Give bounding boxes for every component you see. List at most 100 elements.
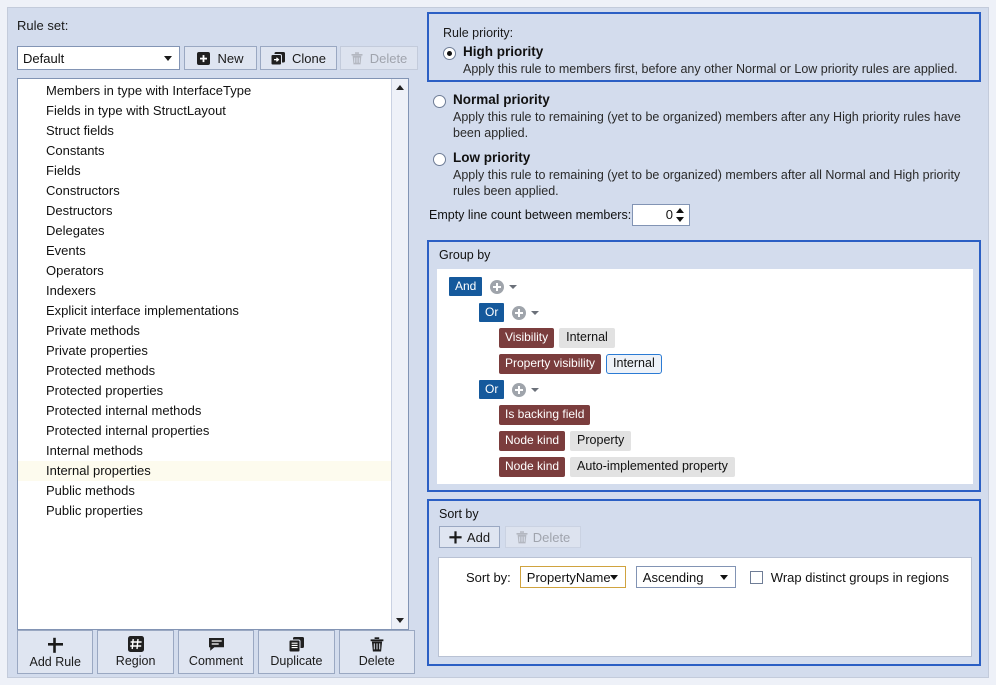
list-item[interactable]: Internal properties [18, 461, 391, 481]
group-by-panel: Group by And Or Visibility Internal Property… [427, 240, 981, 492]
list-item[interactable]: Explicit interface implementations [18, 301, 391, 321]
list-item[interactable]: Protected internal properties [18, 421, 391, 441]
group-by-title: Group by [439, 248, 491, 262]
radio-low-priority[interactable]: Low priority Apply this rule to remainin… [433, 150, 983, 199]
clone-icon [271, 51, 286, 65]
scrollbar-thumb[interactable] [392, 96, 408, 612]
list-item[interactable]: Protected internal methods [18, 401, 391, 421]
list-item[interactable]: Struct fields [18, 121, 391, 141]
radio-high-priority[interactable]: High priority Apply this rule to members… [443, 44, 993, 77]
plus-square-icon [197, 51, 211, 65]
empty-line-count-value: 0 [665, 207, 673, 222]
duplicate-button[interactable]: Duplicate [258, 630, 335, 674]
list-item[interactable]: Protected properties [18, 381, 391, 401]
list-item[interactable]: Indexers [18, 281, 391, 301]
list-item[interactable]: Private methods [18, 321, 391, 341]
list-item[interactable]: Public properties [18, 501, 391, 521]
list-item[interactable]: Delegates [18, 221, 391, 241]
sort-by-panel: Sort by Add Delete Sort by: PropertyName [427, 499, 981, 666]
list-item[interactable]: Destructors [18, 201, 391, 221]
rule-set-pane: Rule set: Default New Clone Delete Membe… [7, 7, 419, 678]
region-button[interactable]: Region [97, 630, 174, 674]
sort-add-button[interactable]: Add [439, 526, 500, 548]
add-condition-icon[interactable] [512, 382, 527, 397]
condition-key-chip[interactable]: Node kind [499, 431, 566, 451]
chevron-down-icon [164, 56, 172, 61]
sort-add-label: Add [466, 529, 491, 545]
new-ruleset-button[interactable]: New [184, 46, 257, 70]
condition-value-chip[interactable]: Internal [559, 328, 615, 348]
ruleset-combo[interactable]: Default [17, 46, 180, 70]
radio-normal-priority[interactable]: Normal priority Apply this rule to remai… [433, 92, 983, 141]
condition-row: Node kind Property [499, 431, 632, 451]
operator-chip[interactable]: And [449, 277, 483, 296]
trash-icon [351, 51, 363, 65]
add-rule-button[interactable]: Add Rule [17, 630, 94, 674]
delete-ruleset-button[interactable]: Delete [340, 46, 418, 70]
sort-by-canvas: Sort by: PropertyName Ascending Wrap dis… [438, 557, 972, 657]
sort-field-select[interactable]: PropertyName [519, 566, 626, 588]
list-item[interactable]: Fields in type with StructLayout [18, 101, 391, 121]
rule-priority-group: Rule priority: High priority Apply this … [427, 12, 981, 82]
radio-high-priority-label: High priority [463, 44, 544, 59]
condition-key-chip[interactable]: Visibility [499, 328, 555, 348]
group-by-canvas[interactable]: And Or Visibility Internal Property visibili… [437, 269, 973, 484]
trash-icon [370, 636, 384, 652]
operator-chip[interactable]: Or [479, 380, 505, 399]
add-condition-icon[interactable] [490, 279, 505, 294]
list-item[interactable]: Events [18, 241, 391, 261]
list-item[interactable]: Public methods [18, 481, 391, 501]
chevron-down-icon[interactable] [531, 387, 540, 392]
list-item[interactable]: Internal methods [18, 441, 391, 461]
ruleset-combo-value: Default [23, 50, 65, 66]
delete-rule-button[interactable]: Delete [338, 630, 416, 674]
region-label: Region [115, 654, 156, 668]
sort-delete-button[interactable]: Delete [505, 526, 581, 548]
organize-members-dialog: Rule set: Default New Clone Delete Membe… [0, 0, 996, 685]
rules-listbox[interactable]: Members in type with InterfaceType Fields… [17, 78, 409, 630]
sort-delete-label: Delete [532, 529, 571, 545]
condition-value-chip[interactable]: Auto-implemented property [570, 457, 735, 477]
empty-line-count-stepper[interactable]: 0 [632, 204, 690, 226]
scroll-up-arrow-icon[interactable] [392, 79, 408, 96]
add-condition-icon[interactable] [512, 305, 527, 320]
sort-by-row-label: Sort by: [466, 569, 511, 585]
scroll-down-arrow-icon[interactable] [392, 612, 408, 629]
radio-low-priority-label: Low priority [453, 150, 531, 165]
group-by-root-operator: And [449, 277, 518, 296]
list-item[interactable]: Constants [18, 141, 391, 161]
condition-value-chip[interactable]: Property [570, 431, 632, 451]
condition-key-chip[interactable]: Node kind [499, 457, 566, 477]
clone-ruleset-button[interactable]: Clone [260, 46, 337, 70]
list-item[interactable]: Operators [18, 261, 391, 281]
condition-value-chip[interactable]: Internal [606, 354, 662, 374]
comment-button[interactable]: Comment [177, 630, 255, 674]
hash-icon [127, 636, 144, 652]
wrap-regions-label: Wrap distinct groups in regions [770, 569, 950, 585]
wrap-regions-checkbox[interactable] [749, 570, 763, 584]
list-item[interactable]: Constructors [18, 181, 391, 201]
condition-key-chip[interactable]: Property visibility [499, 354, 602, 374]
rules-list-scrollbar[interactable] [391, 79, 408, 629]
list-item[interactable]: Members in type with InterfaceType [18, 81, 391, 101]
condition-key-chip[interactable]: Is backing field [499, 405, 591, 425]
duplicate-label: Duplicate [270, 653, 323, 668]
sort-direction-value: Ascending [642, 569, 704, 585]
plus-icon [449, 530, 462, 544]
group-by-branch-operator-0: Or [479, 303, 540, 322]
condition-row: Visibility Internal [499, 328, 615, 348]
list-item[interactable]: Protected methods [18, 361, 391, 381]
list-item[interactable]: Private properties [18, 341, 391, 361]
condition-row: Is backing field [499, 405, 591, 425]
radio-indicator-icon [433, 95, 446, 108]
sort-direction-select[interactable]: Ascending [635, 566, 736, 588]
trash-icon [516, 530, 528, 544]
radio-indicator-icon [433, 153, 446, 166]
chevron-down-icon [609, 575, 618, 580]
operator-chip[interactable]: Or [479, 303, 505, 322]
stepper-arrows-icon[interactable] [676, 207, 685, 223]
radio-normal-priority-label: Normal priority [453, 92, 550, 107]
chevron-down-icon[interactable] [509, 284, 518, 289]
chevron-down-icon[interactable] [531, 310, 540, 315]
list-item[interactable]: Fields [18, 161, 391, 181]
